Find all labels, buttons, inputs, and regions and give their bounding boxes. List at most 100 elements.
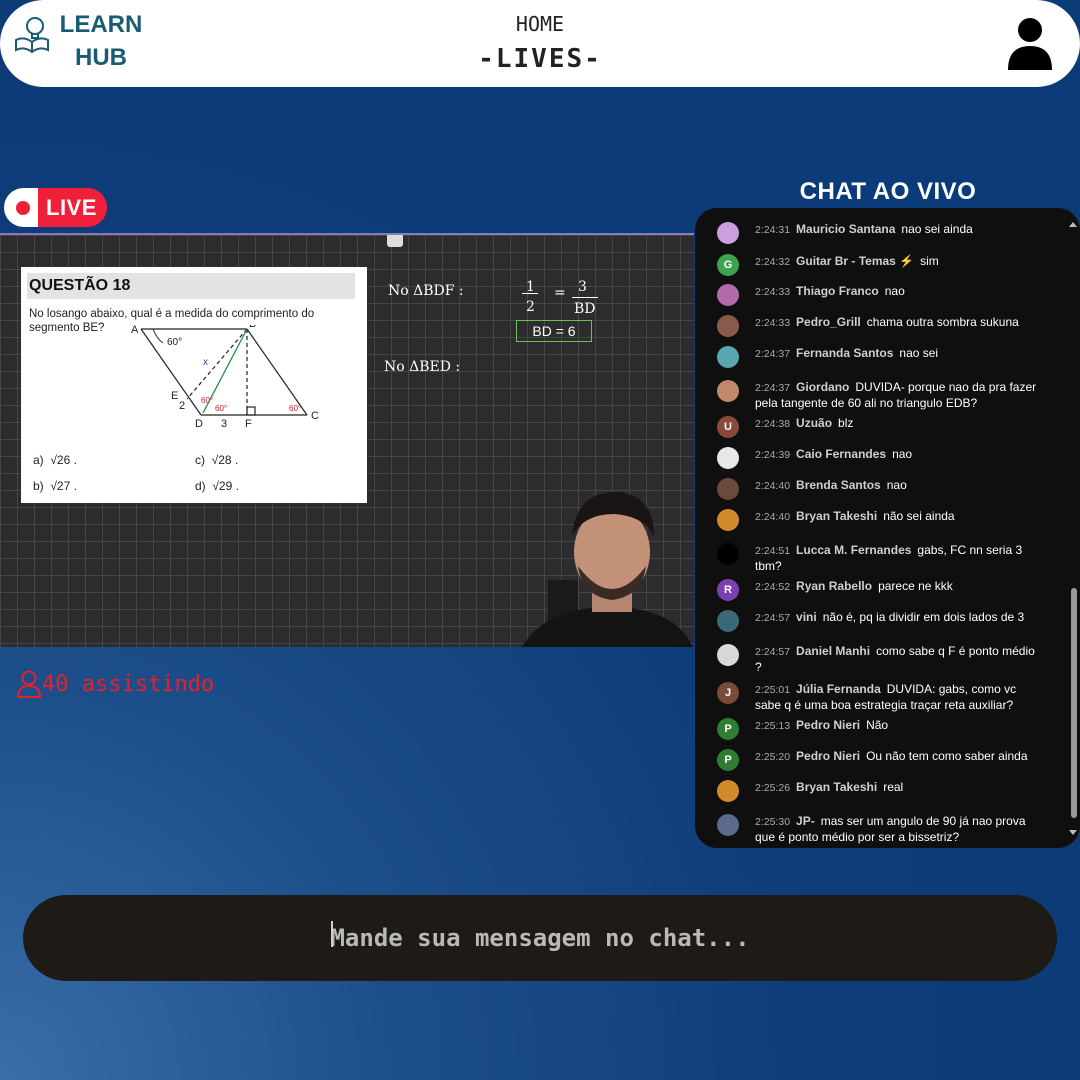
chat-username[interactable]: Bryan Takeshi	[796, 780, 877, 794]
chat-avatar[interactable]	[717, 315, 739, 337]
chat-text: sim	[920, 254, 939, 268]
chat-timestamp: 2:24:37	[755, 382, 791, 394]
chat-avatar[interactable]	[717, 610, 739, 632]
nav-lives-link[interactable]: -LIVES-	[0, 44, 1080, 74]
chat-username[interactable]: Brenda Santos	[796, 478, 881, 492]
chat-message[interactable]: 2:24:37 Fernanda Santos nao sei	[695, 346, 1065, 368]
chat-message[interactable]: 2:25:26 Bryan Takeshi real	[695, 780, 1065, 802]
fig-label-C: C	[311, 410, 319, 422]
option-b-value: √27 .	[50, 479, 77, 493]
chat-message[interactable]: 2:24:31 Mauricio Santana nao sei ainda	[695, 222, 1065, 244]
viewer-count: 40 assistindo	[16, 670, 214, 698]
chat-avatar[interactable]	[717, 222, 739, 244]
rhombus-figure: A B E D F C 60° 2 3 60° 60° 60° x	[131, 325, 319, 430]
chat-avatar[interactable]	[717, 644, 739, 666]
fig-label-A: A	[131, 325, 139, 336]
chat-message[interactable]: P 2:25:20 Pedro Nieri Ou não tem como saber…	[695, 749, 1065, 771]
chat-avatar[interactable]	[717, 346, 739, 368]
chat-username[interactable]: Júlia Fernanda	[796, 682, 881, 696]
chat-avatar[interactable]	[717, 543, 739, 565]
chat-timestamp: 2:25:26	[755, 782, 791, 794]
chat-avatar[interactable]	[717, 284, 739, 306]
chat-message[interactable]: J 2:25:01 Júlia Fernanda DUVIDA: gabs, como…	[695, 682, 1065, 713]
svg-text:x: x	[203, 357, 208, 368]
fraction-right-num: 3	[578, 279, 587, 295]
fig-label-E: E	[171, 390, 178, 402]
chat-username[interactable]: Bryan Takeshi	[796, 509, 877, 523]
chat-text: parece ne kkk	[878, 579, 953, 593]
live-video-player[interactable]: QUESTÃO 18 No losango abaixo, qual é a m…	[0, 233, 694, 647]
chat-username[interactable]: Daniel Manhi	[796, 644, 870, 658]
fig-label-D: D	[195, 418, 203, 430]
chat-avatar[interactable]	[717, 780, 739, 802]
text-caret	[331, 921, 333, 947]
scroll-up-arrow-icon[interactable]	[1069, 222, 1077, 227]
chat-avatar[interactable]	[717, 509, 739, 531]
chat-avatar[interactable]: U	[717, 416, 739, 438]
fig-label-ed: 2	[179, 400, 185, 412]
scroll-down-arrow-icon[interactable]	[1069, 830, 1077, 835]
chat-message[interactable]: G 2:24:32 Guitar Br - Temas ⚡ sim	[695, 254, 1065, 276]
chat-username[interactable]: Uzuão	[796, 416, 832, 430]
chat-avatar[interactable]: J	[717, 682, 739, 704]
board-note-bdf: No ΔBDF :	[388, 283, 464, 299]
chat-username[interactable]: Mauricio Santana	[796, 222, 895, 236]
option-a: a) √26 .	[33, 453, 77, 467]
chat-avatar[interactable]: P	[717, 718, 739, 740]
chat-username[interactable]: Thiago Franco	[796, 284, 879, 298]
chat-avatar[interactable]	[717, 447, 739, 469]
chat-username[interactable]: JP-	[796, 814, 815, 828]
fig-label-angle: 60°	[167, 337, 182, 348]
chat-username[interactable]: Pedro Nieri	[796, 749, 860, 763]
chat-panel[interactable]: 2:24:31 Mauricio Santana nao sei ainda G 2:2…	[695, 208, 1080, 848]
fig-label-F: F	[245, 418, 252, 430]
chat-message[interactable]: 2:24:37 Giordano DUVIDA- porque nao da pra…	[695, 380, 1065, 411]
viewer-person-icon	[16, 670, 42, 698]
presenter-camera	[521, 492, 693, 647]
chat-username[interactable]: vini	[796, 610, 817, 624]
chat-username[interactable]: Pedro Nieri	[796, 718, 860, 732]
chat-timestamp: 2:24:52	[755, 581, 791, 593]
chat-message[interactable]: 2:24:57 vini não é, pq ia dividir em dois …	[695, 610, 1065, 632]
live-dot-icon	[16, 200, 30, 215]
chat-message[interactable]: 2:24:57 Daniel Manhi como sabe q F é ponto…	[695, 644, 1065, 675]
chat-message[interactable]: 2:24:39 Caio Fernandes nao	[695, 447, 1065, 469]
chat-message-input[interactable]	[23, 895, 1057, 981]
chat-username[interactable]: Pedro_Grill	[796, 315, 861, 329]
chat-username[interactable]: Caio Fernandes	[796, 447, 886, 461]
chat-message[interactable]: 2:24:33 Thiago Franco nao	[695, 284, 1065, 306]
chat-avatar[interactable]	[717, 814, 739, 836]
chat-scrollbar-thumb[interactable]	[1071, 588, 1077, 818]
fraction-left-den: 2	[526, 299, 535, 315]
chat-text: DUVIDA: gabs, como vc sabe q é uma boa e…	[755, 682, 1017, 712]
chat-message[interactable]: 2:25:30 JP-mas ser um angulo de 90 já nao…	[695, 814, 1065, 845]
option-d-value: √29 .	[212, 479, 239, 493]
top-bar: LEARN HUB HOME -LIVES-	[0, 0, 1080, 87]
chat-username[interactable]: Fernanda Santos	[796, 346, 893, 360]
chat-message[interactable]: R 2:24:52 Ryan Rabello parece ne kkk	[695, 579, 1065, 601]
chat-username[interactable]: Guitar Br - Temas ⚡	[796, 254, 914, 268]
chat-avatar[interactable]	[717, 380, 739, 402]
svg-text:60°: 60°	[201, 396, 213, 405]
chat-timestamp: 2:24:57	[755, 646, 791, 658]
chat-message[interactable]: 2:24:33 Pedro_Grill chama outra sombra suk…	[695, 315, 1065, 337]
chat-username[interactable]: Lucca M. Fernandes	[796, 543, 911, 557]
chat-avatar[interactable]: R	[717, 579, 739, 601]
live-label: LIVE	[46, 194, 97, 220]
chat-message[interactable]: 2:24:40 Bryan Takeshi não sei ainda	[695, 509, 1065, 531]
chat-message[interactable]: P 2:25:13 Pedro Nieri Não	[695, 718, 1065, 740]
chat-message[interactable]: U 2:24:38 Uzuão blz	[695, 416, 1065, 438]
option-d-letter: d)	[195, 479, 206, 493]
chat-username[interactable]: Giordano	[796, 380, 849, 394]
chat-message[interactable]: 2:24:51 Lucca M. Fernandes gabs, FC nn ser…	[695, 543, 1065, 574]
nav-home-link[interactable]: HOME	[0, 12, 1080, 36]
chat-avatar[interactable]: P	[717, 749, 739, 771]
user-profile-icon[interactable]	[1006, 16, 1054, 72]
chat-timestamp: 2:24:33	[755, 286, 791, 298]
chat-avatar[interactable]: G	[717, 254, 739, 276]
chat-message[interactable]: 2:24:40 Brenda Santos nao	[695, 478, 1065, 500]
chat-text: real	[883, 780, 904, 794]
live-badge: LIVE	[4, 188, 107, 227]
chat-username[interactable]: Ryan Rabello	[796, 579, 872, 593]
chat-avatar[interactable]	[717, 478, 739, 500]
